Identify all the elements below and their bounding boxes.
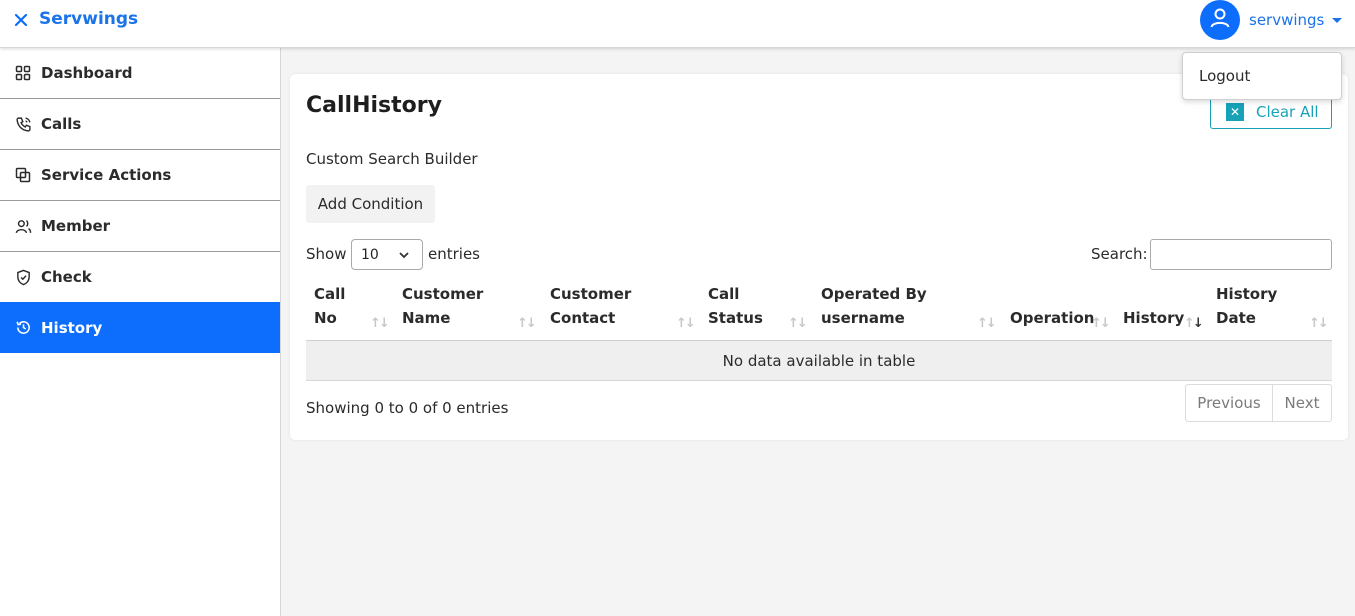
column-header-customer-name[interactable]: Customer Name ↑↓: [394, 280, 542, 341]
top-navbar: Servwings servwings: [0, 0, 1355, 48]
column-header-customer-contact[interactable]: Customer Contact ↑↓: [542, 280, 700, 341]
column-header-label: Operated By username: [821, 285, 927, 327]
user-avatar[interactable]: [1200, 0, 1240, 40]
sidebar-item-label: History: [41, 318, 103, 337]
sort-icon: ↑↓: [977, 316, 997, 331]
search-builder-title: Custom Search Builder: [306, 150, 478, 168]
sidebar-item-service-actions[interactable]: Service Actions: [0, 150, 280, 201]
table-header: Call No ↑↓ Customer Name ↑↓ Customer Con…: [306, 280, 1332, 341]
sidebar-item-member[interactable]: Member: [0, 201, 280, 252]
shield-check-icon: [14, 268, 32, 286]
grid-icon: [14, 64, 32, 82]
table-info: Showing 0 to 0 of 0 entries: [306, 399, 509, 417]
user-dropdown-menu: Logout: [1182, 52, 1342, 100]
copy-icon: [14, 166, 32, 184]
column-header-label: Customer Contact: [550, 285, 632, 327]
sort-icon: ↑↓: [1184, 316, 1204, 331]
sidebar: Dashboard Calls Service Actions Member C…: [0, 48, 281, 616]
column-header-operated-by[interactable]: Operated By username ↑↓: [813, 280, 1002, 341]
column-header-history-date[interactable]: History Date ↑↓: [1208, 280, 1332, 341]
column-header-label: Customer Name: [402, 285, 484, 327]
column-header-label: Call Status: [708, 285, 763, 327]
caret-down-icon[interactable]: [1332, 18, 1342, 23]
table-search-input[interactable]: [1150, 239, 1332, 270]
clear-all-label: Clear All: [1256, 102, 1319, 121]
sort-icon: ↑↓: [1309, 316, 1329, 331]
pagination: Previous Next: [1185, 384, 1332, 422]
next-page-button[interactable]: Next: [1273, 385, 1331, 421]
add-condition-button[interactable]: Add Condition: [306, 185, 435, 223]
sidebar-item-calls[interactable]: Calls: [0, 99, 280, 150]
sidebar-item-label: Service Actions: [41, 166, 172, 184]
sidebar-item-label: Calls: [41, 115, 82, 133]
history-icon: [14, 319, 32, 337]
column-header-history[interactable]: History ↑↓: [1115, 280, 1208, 341]
sidebar-item-label: Check: [41, 268, 92, 286]
column-header-operation[interactable]: Operation ↑↓: [1002, 280, 1115, 341]
username-dropdown-toggle[interactable]: servwings: [1249, 11, 1324, 29]
close-icon: ✕: [1226, 102, 1244, 121]
column-header-label: History Date: [1216, 285, 1278, 327]
column-header-label: Operation: [1010, 309, 1095, 327]
previous-page-button[interactable]: Previous: [1186, 385, 1273, 421]
call-history-card: CallHistory ✕ Clear All Custom Search Bu…: [290, 74, 1348, 440]
brand-name[interactable]: Servwings: [39, 9, 138, 29]
column-header-label: History: [1123, 309, 1185, 327]
sidebar-item-label: Member: [41, 217, 111, 235]
column-header-call-no[interactable]: Call No ↑↓: [306, 280, 394, 341]
length-entries-label: entries: [428, 245, 480, 263]
column-header-label: Call No: [314, 285, 346, 327]
page-length-value: 10: [361, 246, 379, 263]
phone-icon: [14, 115, 32, 133]
sidebar-item-label: Dashboard: [41, 64, 133, 82]
user-icon: [1208, 6, 1232, 34]
sidebar-item-check[interactable]: Check: [0, 252, 280, 303]
sort-icon: ↑↓: [517, 316, 537, 331]
table-empty-row: No data available in table: [306, 341, 1332, 381]
users-icon: [14, 217, 32, 235]
logout-menu-item[interactable]: Logout: [1199, 67, 1250, 85]
length-show-label: Show: [306, 245, 347, 263]
search-label: Search:: [1091, 245, 1148, 263]
close-icon[interactable]: [12, 11, 30, 29]
sort-icon: ↑↓: [788, 316, 808, 331]
sort-icon: ↑↓: [370, 316, 390, 331]
chevron-down-icon: [398, 249, 410, 265]
sidebar-item-dashboard[interactable]: Dashboard: [0, 48, 280, 99]
page-title: CallHistory: [306, 93, 442, 118]
column-header-call-status[interactable]: Call Status ↑↓: [700, 280, 813, 341]
sort-icon: ↑↓: [676, 316, 696, 331]
page-length-select[interactable]: 10: [351, 239, 423, 270]
sidebar-item-history[interactable]: History: [0, 302, 280, 353]
sort-icon: ↑↓: [1091, 316, 1111, 331]
